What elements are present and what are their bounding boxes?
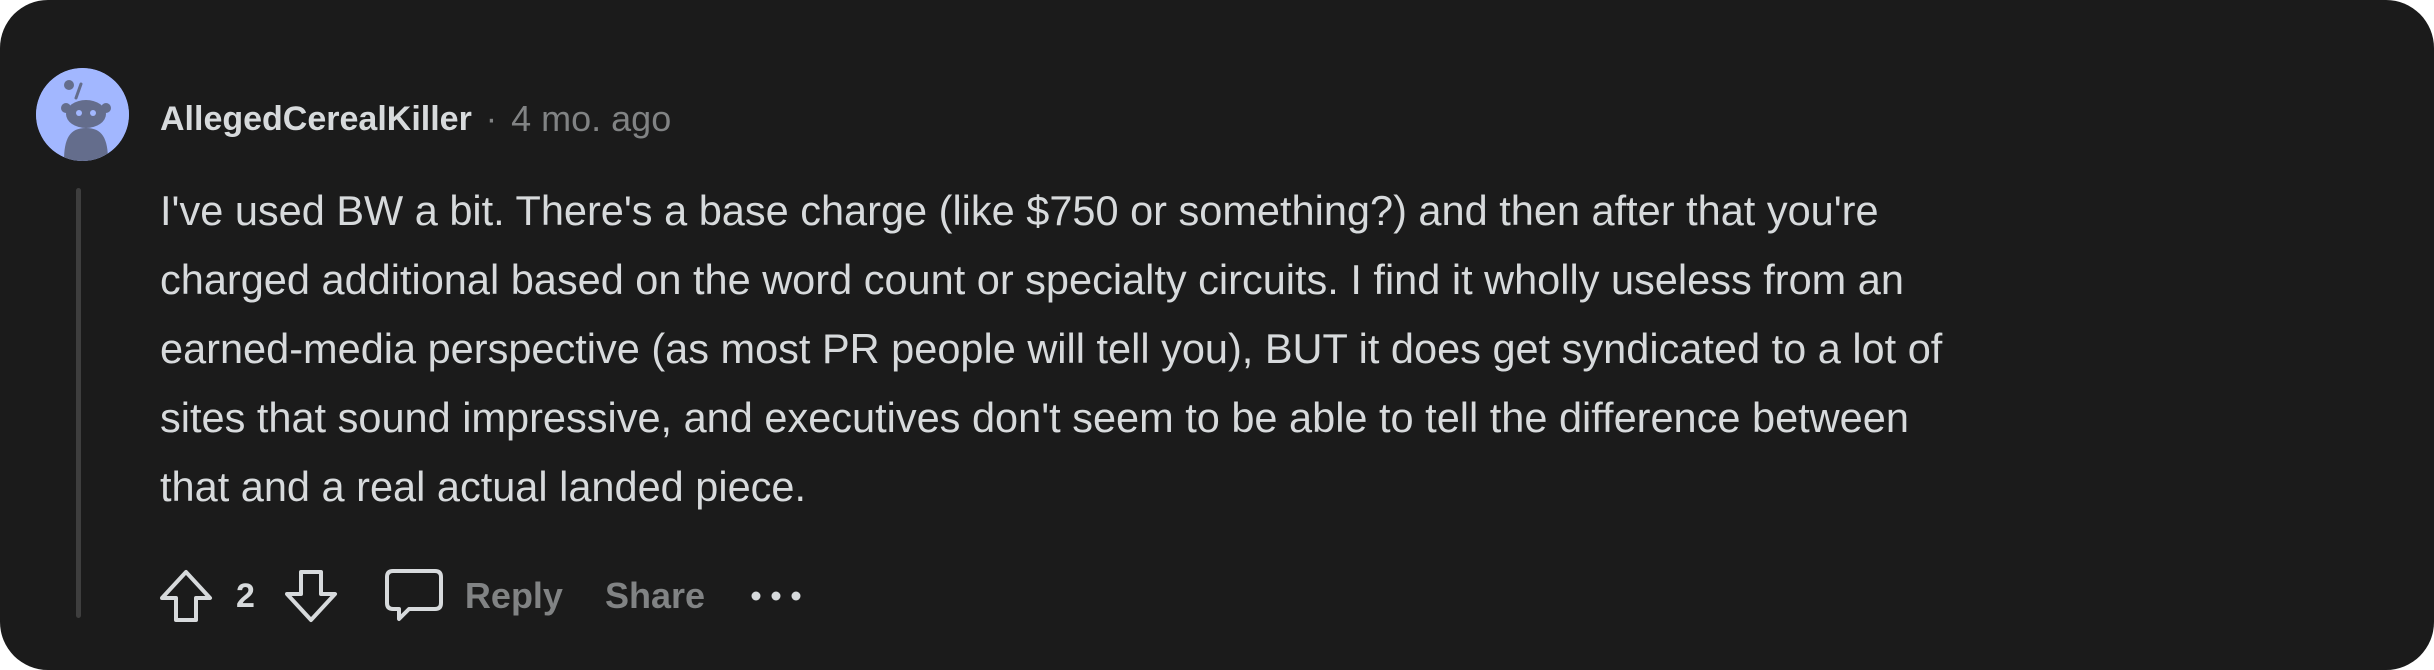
- comment-body-line: that and a real actual landed piece.: [160, 463, 807, 510]
- username-link[interactable]: AllegedCerealKiller: [160, 100, 472, 139]
- share-label: Share: [604, 575, 706, 616]
- comment-body: I've used BW a bit. There's a base charg…: [160, 176, 2280, 521]
- meta-separator: ·: [485, 99, 498, 138]
- speech-bubble-icon: [384, 569, 443, 621]
- thread-collapse-line[interactable]: [76, 188, 81, 618]
- comment-action-bar: 2 Reply Share: [150, 560, 803, 632]
- downvote-arrow-icon: [284, 570, 337, 622]
- comment-body-line: charged additional based on the word cou…: [160, 256, 1904, 303]
- upvote-button[interactable]: [150, 560, 222, 632]
- upvote-arrow-icon: [160, 570, 212, 622]
- comment-body-line: sites that sound impressive, and executi…: [160, 394, 1909, 441]
- ellipsis-icon: [751, 591, 801, 601]
- user-avatar[interactable]: [36, 68, 129, 161]
- comment-body-line: earned-media perspective (as most PR peo…: [160, 325, 1943, 372]
- downvote-button[interactable]: [275, 560, 347, 632]
- comment-meta: AllegedCerealKiller · 4 mo. ago: [160, 96, 671, 142]
- reply-button[interactable]: Reply: [383, 567, 563, 625]
- comment-body-line: I've used BW a bit. There's a base charg…: [160, 187, 1879, 234]
- reply-label: Reply: [464, 575, 563, 616]
- more-options-button[interactable]: [749, 589, 803, 603]
- snoo-avatar-icon: [36, 68, 129, 161]
- vote-score: 2: [236, 576, 255, 615]
- share-button[interactable]: Share: [605, 575, 705, 617]
- comment-timestamp[interactable]: 4 mo. ago: [511, 98, 671, 140]
- comment-card: AllegedCerealKiller · 4 mo. ago I've use…: [0, 0, 2434, 670]
